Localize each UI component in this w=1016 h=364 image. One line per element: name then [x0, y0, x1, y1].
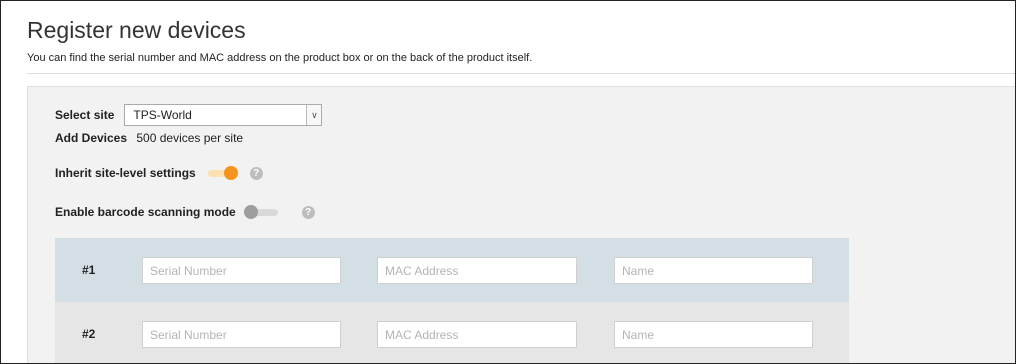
device-row-number: #2	[82, 327, 96, 341]
select-site-row: Select site TPS-World ∨	[55, 103, 323, 127]
device-entry-table: #1 #2	[55, 238, 849, 363]
device-name-input[interactable]	[614, 257, 813, 284]
page-title: Register new devices	[27, 17, 246, 43]
toggle-knob	[223, 166, 238, 180]
mac-address-input[interactable]	[377, 321, 577, 348]
site-select-value: TPS-World	[133, 108, 192, 122]
mac-address-input[interactable]	[377, 257, 577, 284]
help-icon[interactable]: ?	[249, 166, 263, 180]
barcode-mode-row: Enable barcode scanning mode ?	[55, 202, 315, 222]
device-name-input[interactable]	[614, 321, 813, 348]
toggle-knob	[243, 205, 258, 219]
device-row: #2	[55, 302, 849, 363]
inherit-settings-row: Inherit site-level settings ?	[55, 163, 263, 183]
site-select[interactable]: TPS-World ∨	[124, 104, 323, 126]
serial-number-input[interactable]	[142, 321, 341, 348]
chevron-down-icon[interactable]: ∨	[306, 105, 322, 125]
barcode-mode-toggle[interactable]	[243, 205, 278, 219]
inherit-settings-label: Inherit site-level settings	[55, 166, 196, 180]
device-row: #1	[55, 238, 849, 302]
barcode-mode-label: Enable barcode scanning mode	[55, 205, 236, 219]
select-site-label: Select site	[55, 108, 115, 122]
inherit-settings-toggle[interactable]	[204, 166, 238, 180]
register-devices-page: Register new devices You can find the se…	[0, 0, 1016, 364]
header-divider	[27, 73, 1015, 74]
add-devices-limit: 500 devices per site	[136, 131, 244, 145]
page-subtitle: You can find the serial number and MAC a…	[27, 52, 533, 64]
device-row-number: #1	[82, 263, 96, 277]
serial-number-input[interactable]	[142, 257, 341, 284]
help-icon[interactable]: ?	[301, 205, 315, 219]
add-devices-label: Add Devices	[55, 131, 128, 145]
add-devices-row: Add Devices 500 devices per site	[55, 131, 243, 145]
